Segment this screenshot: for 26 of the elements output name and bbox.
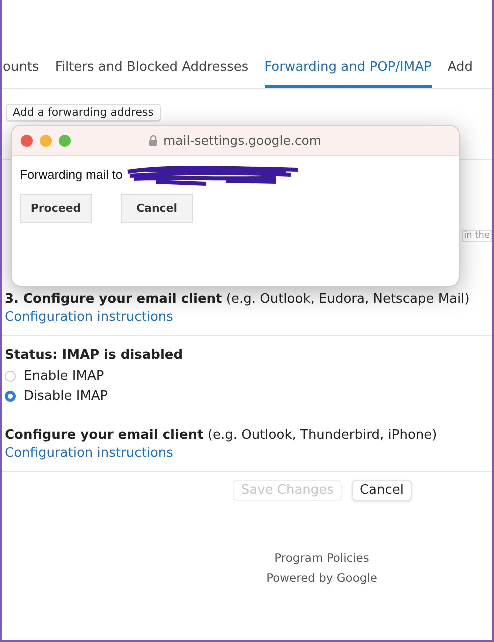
maximize-icon[interactable] (59, 134, 71, 146)
window-title: mail-settings.google.com (163, 133, 322, 148)
minimize-icon[interactable] (40, 134, 52, 146)
settings-tab[interactable]: Filters and Blocked Addresses (55, 52, 249, 88)
hidden-text: in the (462, 230, 492, 242)
close-icon[interactable] (21, 134, 33, 146)
add-forwarding-address-button[interactable]: Add a forwarding address (6, 104, 161, 121)
section-heading: Configure your email client (e.g. Outlook, Thunderbird, iPhone) (5, 428, 438, 443)
footer-link[interactable]: Program Policies (274, 551, 370, 565)
radio-label: Disable IMAP (24, 388, 108, 404)
imap-status: Status: IMAP is disabled (5, 348, 184, 363)
proceed-button[interactable]: Proceed (20, 194, 92, 223)
configuration-link[interactable]: Configuration instructions (5, 310, 174, 325)
lock-icon (149, 135, 158, 146)
footer-link[interactable]: Powered by Google (266, 571, 378, 585)
cancel-button[interactable]: Cancel (352, 480, 412, 501)
configuration-link[interactable]: Configuration instructions (5, 446, 174, 461)
cancel-button[interactable]: Cancel (121, 194, 193, 223)
settings-tab[interactable]: Forwarding and POP/IMAP (264, 52, 432, 88)
radio-button[interactable] (5, 390, 16, 402)
settings-tab[interactable]: ounts (3, 52, 40, 88)
radio-button[interactable] (5, 370, 16, 382)
section-heading: 3. Configure your email client (e.g. Outlook, Eudora, Netscape Mail) (5, 292, 470, 307)
settings-tab[interactable]: Add (448, 52, 473, 88)
radio-label: Enable IMAP (24, 368, 104, 384)
forwarding-message: Forwarding mail to (20, 168, 123, 182)
